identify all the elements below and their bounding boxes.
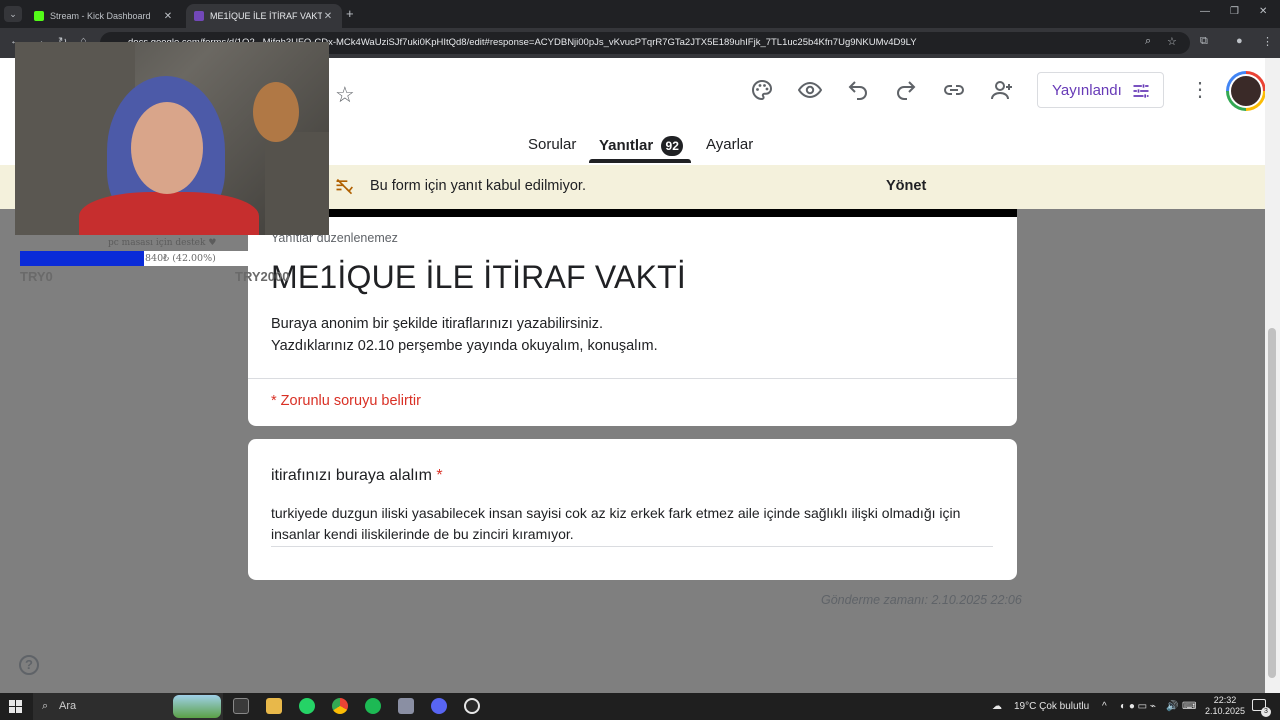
weather-text[interactable]: 19°C Çok bulutlu xyxy=(1014,693,1089,720)
tray-chevron-icon[interactable]: ^ xyxy=(1102,693,1107,720)
help-icon[interactable]: ? xyxy=(19,655,39,675)
taskbar: ⌕ Ara ☁ 19°C Çok bulutlu ^ ◐ ● ▭ ⌁ 🔊 ⌨ 2… xyxy=(0,693,1280,720)
palette-icon[interactable] xyxy=(750,78,776,104)
weather-icon: ☁ xyxy=(992,701,1002,712)
chrome-icon[interactable] xyxy=(332,698,348,714)
taskbar-search[interactable]: ⌕ Ara xyxy=(33,693,223,720)
answer-text: turkiyede duzgun iliski yasabilecek insa… xyxy=(271,503,993,547)
browser-tab-kick[interactable]: Stream - Kick Dashboard ✕ xyxy=(26,4,182,28)
manage-button[interactable]: Yönet xyxy=(886,178,926,194)
window-close-icon[interactable]: ✕ xyxy=(1259,6,1267,17)
form-header-card: Yanıtlar düzenlenemez ME1İQUE İLE İTİRAF… xyxy=(248,209,1017,426)
search-highlight-image xyxy=(173,695,221,718)
published-button[interactable]: Yayınlandı xyxy=(1037,72,1164,108)
discord-icon[interactable] xyxy=(431,698,447,714)
search-icon: ⌕ xyxy=(42,700,49,712)
tab-title: Stream - Kick Dashboard xyxy=(50,11,151,21)
obs-icon[interactable] xyxy=(464,698,480,714)
profile-icon[interactable]: ● xyxy=(1236,35,1243,47)
eye-icon[interactable] xyxy=(797,78,824,104)
whatsapp-icon[interactable] xyxy=(299,698,315,714)
question-text: itirafınızı buraya alalım xyxy=(271,467,432,484)
no-responses-icon xyxy=(334,177,354,202)
forms-favicon-icon xyxy=(194,11,204,21)
volume-icon[interactable]: 🔊 xyxy=(1166,693,1178,720)
search-placeholder: Ara xyxy=(59,700,77,712)
donation-goal-bar: 840₺ (42.00%) xyxy=(20,251,248,266)
clock-date: 2.10.2025 xyxy=(1205,706,1246,716)
tab-search-button[interactable]: ⌄ xyxy=(4,6,22,22)
tune-icon xyxy=(1131,81,1151,105)
undo-icon[interactable] xyxy=(846,78,872,104)
teddy-bear xyxy=(253,82,299,142)
more-vert-icon[interactable]: ⋮ xyxy=(1190,80,1210,100)
task-view-icon[interactable] xyxy=(233,698,249,714)
browser-menu-icon[interactable]: ⋮ xyxy=(1262,35,1273,48)
tab-settings[interactable]: Ayarlar xyxy=(706,136,753,153)
tab-responses[interactable]: Yanıtlar 92 xyxy=(599,136,684,156)
browser-tab-strip: ⌄ Stream - Kick Dashboard ✕ ME1İQUE İLE … xyxy=(0,0,1280,28)
tab-title: ME1İQUE İLE İTİRAF VAKTİ - Go xyxy=(210,11,322,21)
tab-responses-label: Yanıtlar xyxy=(599,137,654,154)
file-explorer-icon[interactable] xyxy=(266,698,282,714)
minimize-icon[interactable]: — xyxy=(1200,6,1210,17)
keyboard-icon[interactable]: ⌨ xyxy=(1182,693,1196,720)
close-tab-icon[interactable]: ✕ xyxy=(322,11,334,22)
bookmark-star-icon[interactable]: ☆ xyxy=(1167,35,1177,48)
redo-icon[interactable] xyxy=(894,78,920,104)
browser-tab-forms[interactable]: ME1İQUE İLE İTİRAF VAKTİ - Go ✕ xyxy=(186,4,342,28)
question-label: itirafınızı buraya alalım * xyxy=(271,467,443,485)
description-line: Buraya anonim bir şekilde itiraflarınızı… xyxy=(271,316,604,332)
zoom-icon[interactable]: ⌕ xyxy=(1145,35,1151,48)
responses-count-badge: 92 xyxy=(661,136,684,156)
form-title: ME1İQUE İLE İTİRAF VAKTİ xyxy=(271,259,686,295)
notification-count-badge: 3 xyxy=(1261,707,1271,717)
donation-goal-min: TRY0 xyxy=(20,269,53,284)
tab-questions[interactable]: Sorular xyxy=(528,136,576,153)
banner-text: Bu form için yanıt kabul edilmiyor. xyxy=(370,178,586,194)
tray-apps-icon[interactable]: ◐ ● ▭ ⌁ xyxy=(1120,693,1156,720)
active-tab-indicator xyxy=(589,159,691,163)
add-person-icon[interactable] xyxy=(990,78,1016,104)
link-icon[interactable] xyxy=(942,78,968,104)
new-tab-icon[interactable]: + xyxy=(346,6,354,21)
clock-time: 22:32 xyxy=(1213,695,1237,705)
submitted-timestamp: Gönderme zamanı: 2.10.2025 22:06 xyxy=(821,593,1022,607)
star-icon[interactable]: ☆ xyxy=(335,82,355,108)
donation-goal-text: 840₺ (42.00%) xyxy=(145,253,216,264)
donation-goal-fill xyxy=(20,251,145,266)
webcam-overlay xyxy=(15,42,329,235)
donation-goal-label: pc masası için destek ♥ xyxy=(108,238,217,248)
extensions-icon[interactable]: ⧉ xyxy=(1200,35,1208,48)
scrollbar[interactable] xyxy=(1265,58,1280,693)
close-tab-icon[interactable]: ✕ xyxy=(162,11,174,22)
required-note: * Zorunlu soruyu belirtir xyxy=(271,393,421,409)
spotify-icon[interactable] xyxy=(365,698,381,714)
required-asterisk: * xyxy=(436,467,443,484)
windows-start-icon[interactable] xyxy=(9,700,22,713)
description-line: Yazdıklarınız 02.10 perşembe yayında oku… xyxy=(271,338,658,354)
avatar[interactable] xyxy=(1226,71,1266,111)
published-label: Yayınlandı xyxy=(1052,81,1122,99)
taskbar-clock[interactable]: 22:32 2.10.2025 xyxy=(1205,695,1245,717)
donation-goal-max: TRY2000 xyxy=(235,269,290,284)
divider xyxy=(248,378,1017,379)
scrollbar-thumb[interactable] xyxy=(1268,328,1276,678)
question-card: itirafınızı buraya alalım * turkiyede du… xyxy=(248,439,1017,580)
form-description: Buraya anonim bir şekilde itiraflarınızı… xyxy=(271,313,658,357)
streamer-face xyxy=(131,102,203,194)
app-icon[interactable] xyxy=(398,698,414,714)
restore-icon[interactable]: ❐ xyxy=(1230,6,1239,17)
kick-favicon-icon xyxy=(34,11,44,21)
